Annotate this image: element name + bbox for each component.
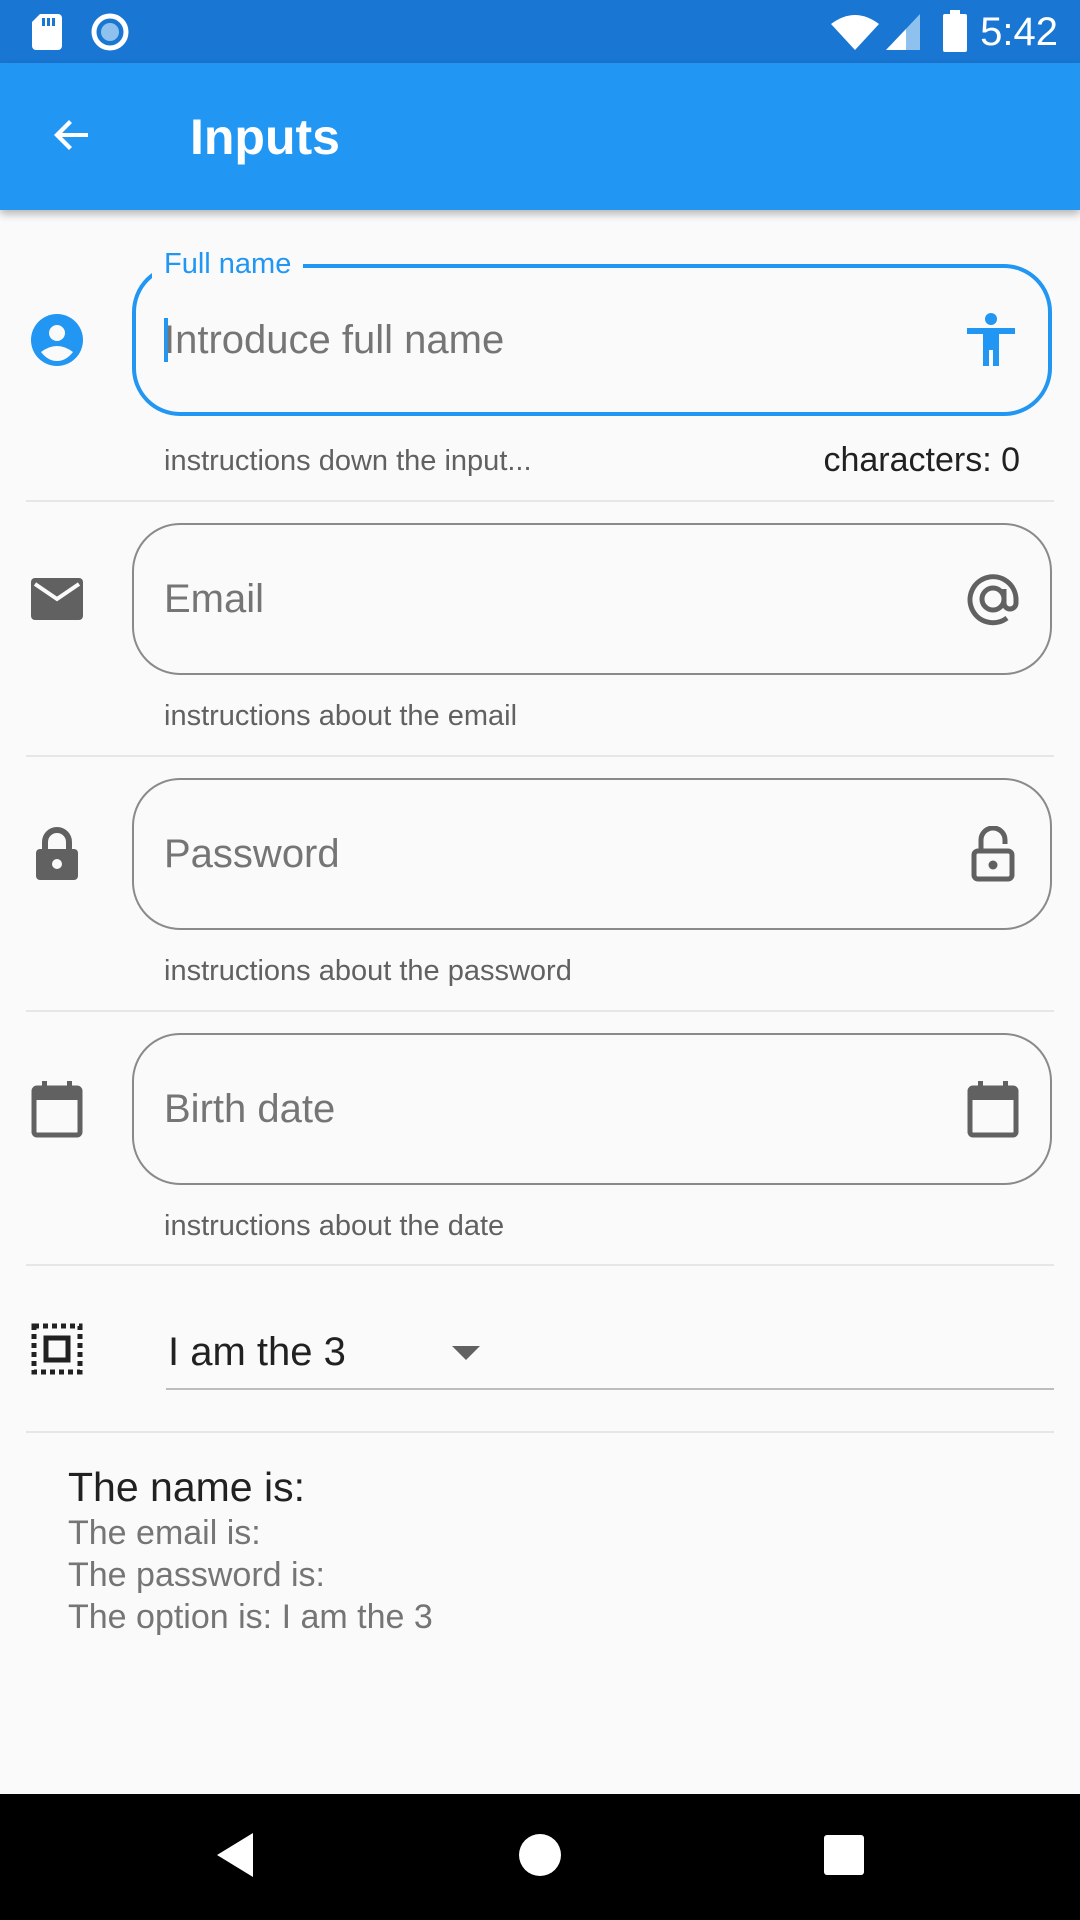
- option-dropdown-value: I am the 3: [168, 1330, 346, 1374]
- password-helper: instructions about the password: [164, 955, 572, 987]
- calendar-icon: [27, 1079, 87, 1139]
- wifi-icon: [830, 14, 880, 57]
- divider: [26, 1431, 1054, 1433]
- accessibility-icon: [960, 309, 1022, 371]
- email-input[interactable]: Email: [132, 523, 1052, 675]
- divider: [26, 1010, 1054, 1012]
- email-helper: instructions about the email: [164, 700, 518, 732]
- email-placeholder: Email: [164, 577, 265, 621]
- full-name-placeholder: Introduce full name: [164, 318, 505, 362]
- select-all-icon: [27, 1319, 87, 1379]
- divider: [26, 1264, 1054, 1266]
- chevron-down-icon: [452, 1346, 480, 1360]
- birth-date-helper: instructions about the date: [164, 1210, 505, 1242]
- password-input[interactable]: Password: [132, 778, 1052, 930]
- navigation-bar: [0, 1794, 1080, 1920]
- recents-square-icon: [823, 1834, 865, 1881]
- nav-recents-button[interactable]: [781, 1794, 907, 1920]
- back-triangle-icon: [213, 1831, 257, 1884]
- divider: [26, 500, 1054, 502]
- battery-icon: [942, 10, 968, 57]
- full-name-helper: instructions down the input...: [164, 445, 532, 477]
- divider: [26, 755, 1054, 757]
- back-button[interactable]: [36, 101, 108, 173]
- sd-card-icon: [30, 12, 64, 57]
- at-sign-icon: [962, 568, 1024, 630]
- sync-circle-icon: [90, 12, 130, 57]
- birth-date-placeholder: Birth date: [164, 1087, 336, 1131]
- arrow-back-icon: [48, 111, 96, 164]
- calendar-icon[interactable]: [962, 1078, 1024, 1140]
- status-bar: 5:42: [0, 0, 1080, 63]
- password-placeholder: Password: [164, 832, 340, 876]
- nav-back-button[interactable]: [172, 1794, 298, 1920]
- page-title: Inputs: [190, 109, 340, 165]
- option-dropdown[interactable]: I am the 3: [166, 1314, 1054, 1390]
- full-name-label: Full name: [152, 247, 304, 281]
- mail-icon: [27, 569, 87, 629]
- home-circle-icon: [517, 1832, 563, 1883]
- account-circle-icon: [27, 310, 87, 370]
- summary-name: The name is:: [68, 1464, 305, 1510]
- cell-signal-icon: [884, 12, 922, 57]
- birth-date-input[interactable]: Birth date: [132, 1033, 1052, 1185]
- nav-home-button[interactable]: [477, 1794, 603, 1920]
- summary-password: The password is:: [68, 1556, 325, 1594]
- summary-option: The option is: I am the 3: [68, 1598, 433, 1636]
- character-counter: characters: 0: [823, 441, 1020, 479]
- lock-open-icon: [962, 823, 1024, 885]
- full-name-input[interactable]: Introduce full name: [132, 264, 1052, 416]
- app-bar: Inputs: [0, 63, 1080, 210]
- summary-panel: The name is: The email is: The password …: [68, 1462, 433, 1638]
- status-time: 5:42: [980, 10, 1058, 54]
- summary-email: The email is:: [68, 1514, 261, 1552]
- lock-icon: [27, 824, 87, 884]
